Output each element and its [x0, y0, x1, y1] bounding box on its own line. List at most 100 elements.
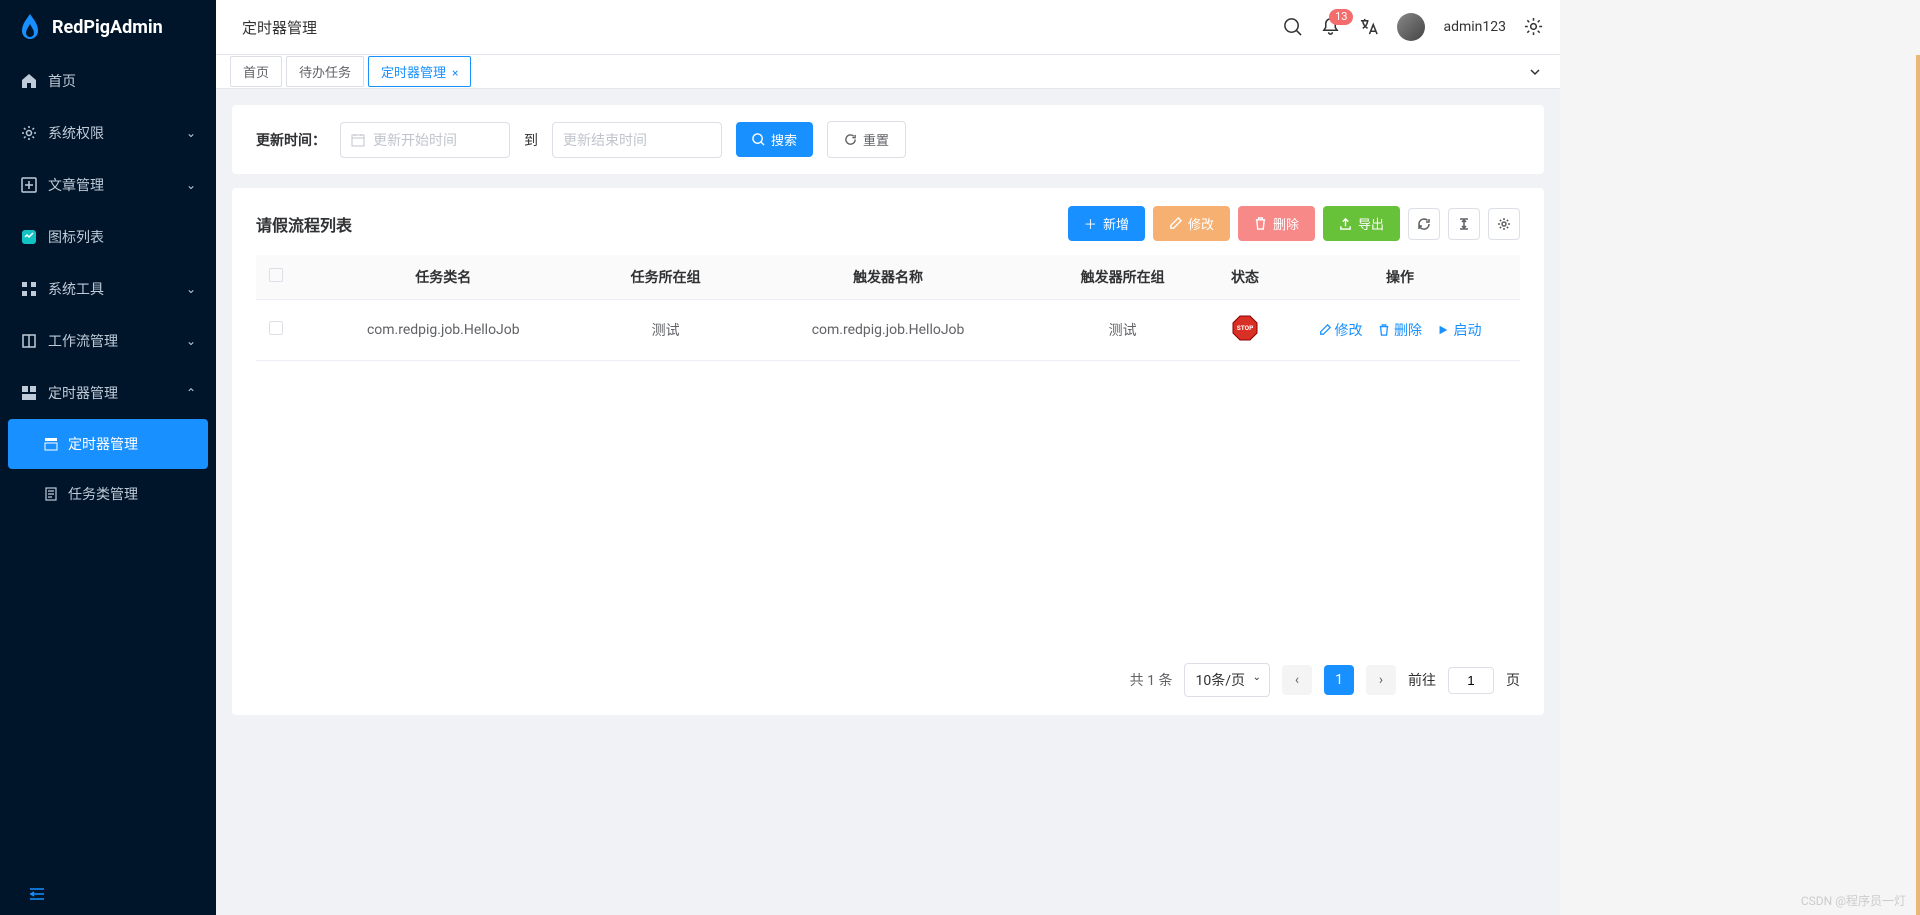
tools-icon — [20, 281, 38, 297]
row-edit-button[interactable]: 修改 — [1319, 320, 1363, 340]
sidebar-item-articles[interactable]: 文章管理 ⌄ — [0, 159, 216, 211]
settings-icon[interactable] — [1524, 17, 1544, 37]
tabs-more-icon[interactable] — [1524, 61, 1546, 83]
sidebar-item-timer[interactable]: 定时器管理 ⌃ — [0, 367, 216, 419]
sidebar-menu: 首页 系统权限 ⌄ 文章管理 ⌄ 图标列表 系统工具 ⌄ — [0, 55, 216, 873]
cell-trigger: com.redpig.job.HelloJob — [741, 300, 1036, 361]
notification-badge: 13 — [1329, 9, 1353, 25]
document-icon — [44, 487, 60, 501]
chevron-down-icon: ⌄ — [186, 126, 196, 140]
sidebar-item-permissions[interactable]: 系统权限 ⌄ — [0, 107, 216, 159]
cell-class: com.redpig.job.HelloJob — [296, 300, 591, 361]
side-accent — [1916, 55, 1920, 915]
sidebar-subitem-timer-mgmt[interactable]: 定时器管理 — [8, 419, 208, 469]
table-row: com.redpig.job.HelloJob 测试 com.redpig.jo… — [256, 300, 1520, 361]
th-class: 任务类名 — [296, 255, 591, 300]
goto-input[interactable] — [1448, 667, 1494, 694]
window-icon — [44, 437, 60, 451]
chevron-down-icon: ⌄ — [186, 282, 196, 296]
select-all-checkbox[interactable] — [269, 268, 283, 282]
th-trigger: 触发器名称 — [741, 255, 1036, 300]
sidebar-item-tools[interactable]: 系统工具 ⌄ — [0, 263, 216, 315]
edit-icon — [1169, 217, 1182, 230]
chevron-down-icon: ⌄ — [186, 334, 196, 348]
sidebar-subitem-task-mgmt[interactable]: 任务类管理 — [0, 469, 216, 519]
th-status: 状态 — [1210, 255, 1280, 300]
tab-todo[interactable]: 待办任务 — [286, 56, 364, 87]
tab-timer[interactable]: 定时器管理× — [368, 56, 471, 87]
svg-text:STOP: STOP — [1237, 324, 1254, 332]
book-icon — [20, 333, 38, 349]
filter-label: 更新时间： — [256, 130, 326, 150]
sidebar-item-workflow[interactable]: 工作流管理 ⌄ — [0, 315, 216, 367]
export-button[interactable]: 导出 — [1323, 206, 1400, 241]
th-trigger-group: 触发器所在组 — [1035, 255, 1210, 300]
refresh-tool-icon[interactable] — [1408, 208, 1440, 240]
pagination: 共 1 条 10条/页 ⌄ ‹ 1 › 前往 页 — [256, 651, 1520, 697]
username[interactable]: admin123 — [1443, 19, 1506, 35]
card-title: 请假流程列表 — [256, 212, 1068, 236]
upload-icon — [1339, 217, 1352, 230]
trash-icon — [1254, 217, 1267, 230]
topbar: 定时器管理 13 admin123 — [216, 0, 1560, 55]
home-icon — [20, 73, 38, 89]
row-checkbox[interactable] — [269, 321, 283, 335]
delete-button[interactable]: 删除 — [1238, 206, 1315, 241]
brand-text: RedPigAdmin — [52, 17, 163, 38]
card-header: 请假流程列表 ＋新增 修改 删除 导出 — [256, 206, 1520, 241]
th-group: 任务所在组 — [591, 255, 741, 300]
avatar[interactable] — [1397, 13, 1425, 41]
next-page-button[interactable]: › — [1366, 665, 1396, 695]
search-icon[interactable] — [1283, 17, 1303, 37]
filter-bar: 更新时间： 更新开始时间 到 更新结束时间 搜索 重置 — [232, 105, 1544, 174]
list-card: 请假流程列表 ＋新增 修改 删除 导出 — [232, 188, 1544, 715]
layout-icon — [20, 385, 38, 401]
tab-home[interactable]: 首页 — [230, 56, 282, 87]
prev-page-button[interactable]: ‹ — [1282, 665, 1312, 695]
chevron-down-icon: ⌄ — [1253, 672, 1261, 683]
reset-button[interactable]: 重置 — [827, 121, 906, 158]
sidebar: RedPigAdmin 首页 系统权限 ⌄ 文章管理 ⌄ 图标列表 — [0, 0, 216, 915]
add-button[interactable]: ＋新增 — [1068, 206, 1145, 241]
edit-button[interactable]: 修改 — [1153, 206, 1230, 241]
close-icon[interactable]: × — [452, 66, 458, 80]
plus-square-icon — [20, 177, 38, 193]
bell-icon[interactable]: 13 — [1321, 17, 1341, 37]
settings-tool-icon[interactable] — [1488, 208, 1520, 240]
sidebar-item-home[interactable]: 首页 — [0, 55, 216, 107]
filter-to: 到 — [524, 130, 538, 150]
th-actions: 操作 — [1280, 255, 1520, 300]
cell-group: 测试 — [591, 300, 741, 361]
plus-icon: ＋ — [1084, 214, 1097, 233]
goto-label: 前往 — [1408, 670, 1436, 690]
flame-icon — [18, 14, 42, 42]
translate-icon[interactable] — [1359, 17, 1379, 37]
pagination-total: 共 1 条 — [1130, 670, 1173, 690]
start-date-input[interactable]: 更新开始时间 — [340, 122, 510, 158]
card-actions: ＋新增 修改 删除 导出 — [1068, 206, 1520, 241]
sidebar-item-icons[interactable]: 图标列表 — [0, 211, 216, 263]
calendar-icon — [351, 133, 365, 147]
refresh-icon — [844, 133, 857, 146]
row-start-button[interactable]: 启动 — [1437, 320, 1481, 340]
sidebar-footer — [0, 873, 216, 915]
search-button[interactable]: 搜索 — [736, 122, 813, 157]
chevron-down-icon: ⌄ — [186, 178, 196, 192]
stop-icon: STOP — [1231, 314, 1259, 342]
page-title: 定时器管理 — [242, 17, 1283, 38]
page-size-select[interactable]: 10条/页 ⌄ — [1184, 663, 1270, 697]
end-date-input[interactable]: 更新结束时间 — [552, 122, 722, 158]
brand-logo[interactable]: RedPigAdmin — [0, 0, 216, 55]
tabs-bar: 首页 待办任务 定时器管理× — [216, 55, 1560, 89]
search-icon — [752, 133, 765, 146]
watermark: CSDN @程序员一灯 — [1801, 892, 1906, 909]
cell-actions: 修改 删除 启动 — [1280, 300, 1520, 361]
collapse-icon[interactable] — [28, 887, 188, 901]
row-delete-button[interactable]: 删除 — [1378, 320, 1422, 340]
table-header-row: 任务类名 任务所在组 触发器名称 触发器所在组 状态 操作 — [256, 255, 1520, 300]
topbar-actions: 13 admin123 — [1283, 13, 1544, 41]
data-table: 任务类名 任务所在组 触发器名称 触发器所在组 状态 操作 com.redpig… — [256, 255, 1520, 361]
page-number-button[interactable]: 1 — [1324, 665, 1354, 695]
main: 定时器管理 13 admin123 首页 待办任务 定时器管理× — [216, 0, 1560, 915]
column-tool-icon[interactable] — [1448, 208, 1480, 240]
